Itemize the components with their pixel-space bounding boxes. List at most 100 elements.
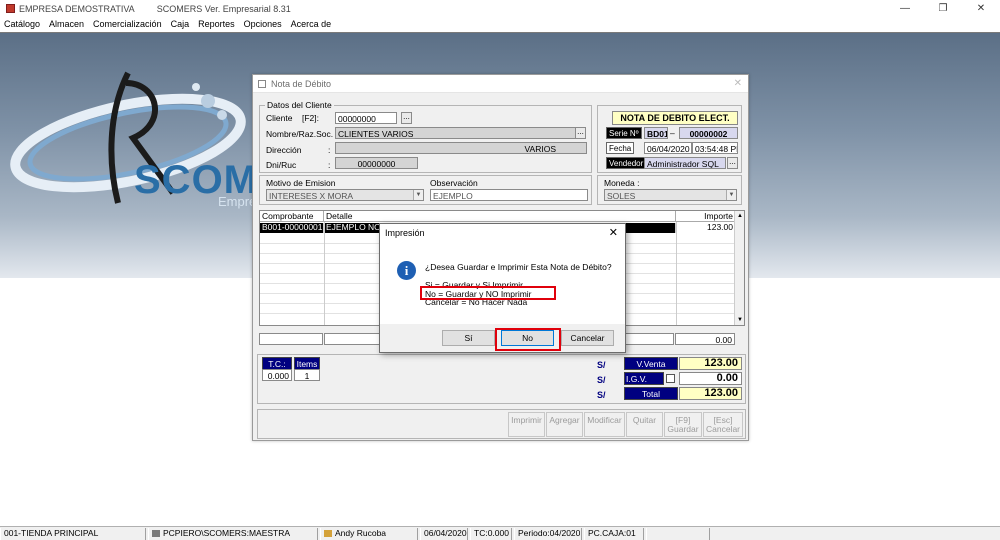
dialog-title: Nota de Débito [271,78,332,89]
fecha-label: Fecha [606,142,635,154]
direccion-colon: : [328,145,331,155]
motivo-value: INTERESES X MORA [269,191,354,201]
highlight-no-button [495,328,561,351]
action-toolbar: Imprimir Agregar Modificar Quitar [F9] G… [257,409,746,439]
moneda-value: SOLES [607,191,636,201]
moneda-group: Moneda : SOLES ▼ [597,175,742,205]
dialog-title-bar: Nota de Débito ✕ [253,75,748,93]
row-comprobante: B001-00000001 [262,223,324,233]
col-importe[interactable]: Importe [676,211,736,221]
grid-col-divider [324,222,325,325]
menu-reportes[interactable]: Reportes [198,19,235,29]
scroll-up-icon[interactable]: ▲ [735,211,745,221]
scroll-down-icon[interactable]: ▼ [735,315,745,325]
quitar-label: Quitar [632,415,657,425]
user-icon [324,530,332,538]
close-icon[interactable]: ✕ [962,0,1000,17]
nombre-label: Nombre/Raz.Soc. : [266,129,338,139]
grid-header: Comprobante Detalle Importe [260,211,744,222]
menu-almacen[interactable]: Almacen [49,19,84,29]
datos-cliente-group: Datos del Cliente Cliente [F2]: 00000000… [259,100,592,173]
serie-label: Serie Nº [606,127,642,139]
totals-area: T.C.: Items 0.000 1 S/ S/ S/ V.Venta 123… [257,354,746,404]
guardar-label: Guardar [667,424,699,434]
highlight-no-line [420,286,556,300]
status-server-text: PCPIERO\SCOMERS:MAESTRA [163,528,291,538]
chevron-down-icon[interactable]: ▼ [726,190,736,200]
observacion-label: Observación [430,178,478,188]
menu-acerca-de[interactable]: Acerca de [291,19,332,29]
status-empty [646,528,710,540]
cliente-code-input[interactable]: 00000000 [335,112,397,124]
status-user: Andy Rucoba [320,528,418,540]
motivo-select[interactable]: INTERESES X MORA ▼ [266,189,424,201]
agregar-button[interactable]: Agregar [546,412,583,437]
cliente-search-button[interactable]: ... [401,112,412,124]
status-caja: PC.CAJA:01 [584,528,644,540]
currency-symbol: S/ [597,360,606,370]
vendedor-label: Vendedor [606,157,647,169]
msgbox-close-icon[interactable]: ✕ [609,226,618,239]
tc-value: 0.000 [262,369,292,381]
cancelar-button[interactable]: Cancelar [561,330,614,346]
imprimir-button[interactable]: Imprimir [508,412,545,437]
server-icon [152,530,160,538]
footer-comprobante [259,333,323,345]
info-icon: i [397,261,416,280]
nombre-input[interactable]: CLIENTES VARIOS [335,127,576,139]
cliente-label: Cliente [266,113,293,123]
row-importe: 123.00 [676,223,736,233]
title-bar: EMPRESA DEMOSTRATIVA SCOMERS Ver. Empres… [0,0,1000,17]
doc-type-title: NOTA DE DEBITO ELECT. [612,111,738,125]
minimize-icon[interactable]: — [886,0,924,17]
vventa-value: 123.00 [679,357,742,370]
igv-label: I.G.V.(18% [624,372,664,396]
dialog-icon [258,79,266,88]
col-comprobante[interactable]: Comprobante [260,211,324,221]
grid-col-divider [676,222,677,325]
app-window: EMPRESA DEMOSTRATIVA SCOMERS Ver. Empres… [0,0,1000,540]
currency-symbol: S/ [597,390,606,400]
igv-value: 0.00 [679,372,742,385]
currency-symbol: S/ [597,375,606,385]
cancelar-toolbar-button[interactable]: [Esc] Cancelar [703,412,743,437]
numero-input[interactable]: 00000002 [679,127,738,139]
nombre-search-button[interactable]: ... [575,127,586,139]
app-version: SCOMERS Ver. Empresarial 8.31 [156,3,291,14]
menu-catalogo[interactable]: Catálogo [4,19,40,29]
fecha-input[interactable]: 06/04/2020 [644,142,692,154]
dni-input[interactable]: 00000000 [335,157,418,169]
menu-opciones[interactable]: Opciones [244,19,282,29]
status-bar: 001-TIENDA PRINCIPAL PCPIERO\SCOMERS:MAE… [0,526,1000,540]
dni-label: Dni/Ruc [266,160,297,170]
moneda-select[interactable]: SOLES ▼ [604,189,737,201]
col-detalle[interactable]: Detalle [324,211,676,221]
total-label: Total [624,387,678,400]
grid-scrollbar[interactable]: ▲ ▼ [734,211,744,325]
status-server: PCPIERO\SCOMERS:MAESTRA [148,528,318,540]
menu-comercializacion[interactable]: Comercialización [93,19,162,29]
guardar-button[interactable]: [F9] Guardar [664,412,702,437]
chevron-down-icon[interactable]: ▼ [413,190,423,200]
status-user-text: Andy Rucoba [335,528,387,538]
company-name: EMPRESA DEMOSTRATIVA [19,3,135,14]
restore-icon[interactable]: ❐ [924,0,962,17]
cancelar-label: Cancelar [705,424,741,434]
vendedor-search-button[interactable]: ... [727,157,738,169]
msgbox-question: ¿Desea Guardar e Imprimir Esta Nota de D… [425,262,612,272]
observacion-input[interactable]: EJEMPLO [430,189,588,201]
dialog-close-icon[interactable]: ✕ [734,78,742,89]
items-value: 1 [294,369,320,381]
hora-input[interactable]: 03:54:48 PM [692,142,738,154]
direccion-label: Dirección [266,145,302,155]
si-button[interactable]: Sí [442,330,495,346]
direccion-input[interactable]: VARIOS [335,142,587,154]
igv-checkbox[interactable] [666,374,675,383]
vendedor-input[interactable]: Administrador SQL [644,157,726,169]
modificar-button[interactable]: Modificar [584,412,625,437]
agregar-label: Agregar [549,415,580,425]
menu-caja[interactable]: Caja [171,19,190,29]
total-value: 123.00 [679,387,742,400]
quitar-button[interactable]: Quitar [626,412,663,437]
serie-input[interactable]: BD01 [644,127,668,139]
